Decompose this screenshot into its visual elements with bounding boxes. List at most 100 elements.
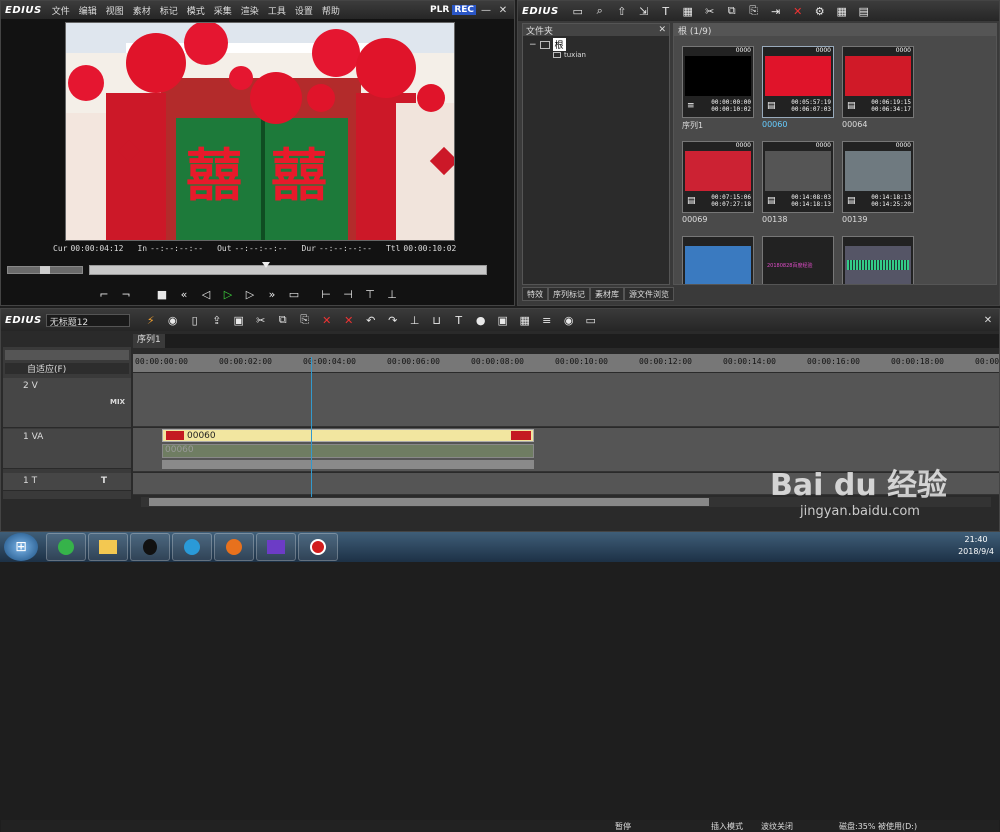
folder-icon[interactable]: ▭ [567, 2, 589, 20]
save-icon[interactable]: ▣ [228, 311, 250, 329]
open-icon[interactable]: ⇪ [206, 311, 228, 329]
timeline-close-icon[interactable]: ✕ [981, 313, 995, 327]
prev-frame-icon[interactable]: ◁ [195, 285, 217, 303]
clip-item-4[interactable]: 0000 00:14:08:03 00:14:18:13 ▤ [762, 141, 834, 213]
trim-icon[interactable]: ⊤ [359, 285, 381, 303]
taskbar-firefox-icon[interactable] [214, 533, 254, 561]
stop-icon[interactable]: ■ [151, 285, 173, 303]
scroll-thumb[interactable] [149, 498, 709, 506]
set-out-icon[interactable]: ¬ [115, 285, 137, 303]
shuttle-handle[interactable] [40, 266, 50, 274]
folder-root[interactable]: − 根 [529, 38, 566, 51]
playhead-marker[interactable] [262, 262, 270, 268]
clip-name-1[interactable]: 00060 [762, 120, 787, 129]
taskbar-player-icon[interactable] [172, 533, 212, 561]
ripple-delete-icon[interactable]: ✕ [338, 311, 360, 329]
clip-item-2[interactable]: 0000 00:06:19:15 00:06:34:17 ▤ [842, 46, 914, 118]
delete-icon[interactable]: ✕ [787, 2, 809, 20]
bin-tab-0[interactable]: 特效 [522, 287, 548, 301]
tl-title-icon[interactable]: T [448, 311, 470, 329]
menu-item-3[interactable]: 素材 [133, 7, 151, 17]
clip-name-5[interactable]: 00139 [842, 215, 867, 224]
loop-icon[interactable]: ▭ [283, 285, 305, 303]
paste-icon[interactable]: ⎘ [743, 2, 765, 20]
preview-screen[interactable]: 囍 囍 [65, 22, 455, 241]
clip-item-8[interactable] [842, 236, 914, 284]
menu-item-9[interactable]: 设置 [295, 7, 313, 17]
view-icon[interactable]: ▦ [831, 2, 853, 20]
track-2v[interactable] [133, 373, 999, 427]
track-header-1t[interactable]: 1 T T [3, 473, 131, 491]
clip-item-0[interactable]: 0000 00:00:00:00 00:00:10:02 ≡ [682, 46, 754, 118]
play-icon[interactable]: ▷ [217, 285, 239, 303]
sequence-tab[interactable]: 序列1 [133, 334, 165, 348]
grid-icon[interactable]: ▦ [514, 311, 536, 329]
overwrite-icon[interactable]: ⊣ [337, 285, 359, 303]
time-ruler[interactable]: 00:00:00:00 00:00:02:00 00:00:04:00 00:00:0… [133, 354, 1000, 372]
bin-tab-1[interactable]: 序列标记 [548, 287, 590, 301]
project-name-field[interactable]: 无标题12 [45, 313, 130, 328]
bin-tab-2[interactable]: 素材库 [590, 287, 624, 301]
color-bar-icon[interactable]: ▦ [677, 2, 699, 20]
bin-menu-icon[interactable]: ▤ [853, 2, 875, 20]
tl-delete-icon[interactable]: ✕ [316, 311, 338, 329]
bin-tab-3[interactable]: 源文件浏览 [624, 287, 674, 301]
set-in-icon[interactable]: ⌐ [93, 285, 115, 303]
shuttle-slider[interactable] [7, 266, 83, 274]
collapse-icon[interactable]: − [529, 40, 537, 50]
mode-icon[interactable]: ⚡ [140, 311, 162, 329]
next-frame-icon[interactable]: ▷ [239, 285, 261, 303]
up-folder-icon[interactable]: ⇧ [611, 2, 633, 20]
export-icon[interactable]: ⊥ [381, 285, 403, 303]
menu-item-5[interactable]: 模式 [187, 7, 205, 17]
position-bar[interactable] [89, 262, 487, 275]
new-icon[interactable]: ▯ [184, 311, 206, 329]
menu-item-4[interactable]: 标记 [160, 7, 178, 17]
taskbar-explorer-icon[interactable] [88, 533, 128, 561]
color-icon[interactable]: ◉ [558, 311, 580, 329]
menu-item-7[interactable]: 渲染 [241, 7, 259, 17]
fast-forward-icon[interactable]: » [261, 285, 283, 303]
clock[interactable]: 21:40 2018/9/4 [958, 534, 994, 558]
clip-item-6[interactable] [682, 236, 754, 284]
taskbar-qq-icon[interactable] [130, 533, 170, 561]
clip-name-3[interactable]: 00069 [682, 215, 707, 224]
mixer-icon[interactable]: ≡ [536, 311, 558, 329]
mic-icon[interactable]: ● [470, 311, 492, 329]
plr-mode-label[interactable]: PLR [430, 5, 449, 15]
cut-icon[interactable]: ✂ [699, 2, 721, 20]
tl-cut-icon[interactable]: ✂ [250, 311, 272, 329]
minimize-icon[interactable]: — [479, 3, 493, 17]
menu-item-6[interactable]: 采集 [214, 7, 232, 17]
clip-item-5[interactable]: 0000 00:14:18:13 00:14:25:20 ▤ [842, 141, 914, 213]
menu-item-10[interactable]: 帮助 [322, 7, 340, 17]
clip-item-7[interactable]: 20180828百度经验 [762, 236, 834, 284]
tl-copy-icon[interactable]: ⧉ [272, 311, 294, 329]
undo-icon[interactable]: ↶ [360, 311, 382, 329]
search-icon[interactable]: ⌕ [589, 2, 611, 20]
folder-child[interactable]: tuxian [553, 51, 586, 59]
rec-mode-label[interactable]: REC [452, 5, 476, 15]
rewind-icon[interactable]: « [173, 285, 195, 303]
copy-icon[interactable]: ⧉ [721, 2, 743, 20]
menu-item-0[interactable]: 文件 [52, 7, 70, 17]
clip-name-2[interactable]: 00064 [842, 120, 867, 129]
title-icon[interactable]: T [655, 2, 677, 20]
video-clip[interactable]: 00060 [162, 429, 534, 442]
menu-item-8[interactable]: 工具 [268, 7, 286, 17]
import-icon[interactable]: ⇲ [633, 2, 655, 20]
marker-icon[interactable]: ⊥ [404, 311, 426, 329]
clip-name-0[interactable]: 序列1 [682, 120, 703, 131]
close-icon[interactable]: ✕ [496, 3, 510, 17]
taskbar-ie-icon[interactable] [46, 533, 86, 561]
render-icon[interactable]: ▣ [492, 311, 514, 329]
folder-panel-close-icon[interactable]: ✕ [658, 25, 666, 35]
clip-item-1[interactable]: 0000 00:05:57:19 00:06:07:03 ▤ [762, 46, 834, 118]
menu-item-2[interactable]: 视图 [106, 7, 124, 17]
split-icon[interactable]: ⊔ [426, 311, 448, 329]
clip-item-3[interactable]: 0000 00:07:15:06 00:07:27:18 ▤ [682, 141, 754, 213]
zoom-slider[interactable] [5, 350, 129, 360]
add-to-timeline-icon[interactable]: ⇥ [765, 2, 787, 20]
clip-name-4[interactable]: 00138 [762, 215, 787, 224]
tl-paste-icon[interactable]: ⎘ [294, 311, 316, 329]
